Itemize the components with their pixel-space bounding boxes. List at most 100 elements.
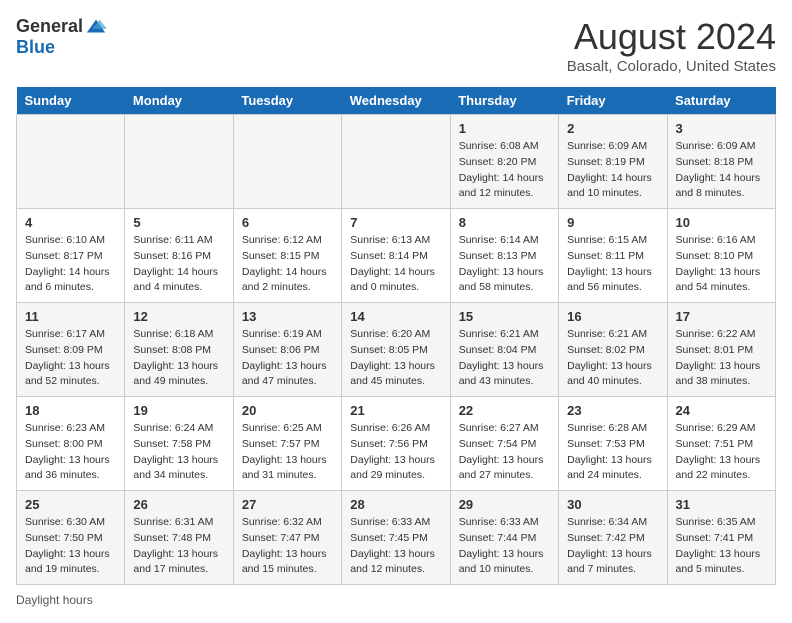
day-info: Sunrise: 6:17 AM Sunset: 8:09 PM Dayligh… — [25, 327, 116, 390]
day-info: Sunrise: 6:20 AM Sunset: 8:05 PM Dayligh… — [350, 327, 441, 390]
calendar-header-row: SundayMondayTuesdayWednesdayThursdayFrid… — [17, 87, 776, 115]
calendar-cell: 27 Sunrise: 6:32 AM Sunset: 7:47 PM Dayli… — [233, 491, 341, 585]
logo: General Blue — [16, 16, 107, 58]
day-number: 20 — [242, 403, 333, 418]
calendar-cell: 8 Sunrise: 6:14 AM Sunset: 8:13 PM Daylig… — [450, 209, 558, 303]
month-year-title: August 2024 — [567, 16, 776, 58]
day-info: Sunrise: 6:31 AM Sunset: 7:48 PM Dayligh… — [133, 515, 224, 578]
day-info: Sunrise: 6:33 AM Sunset: 7:45 PM Dayligh… — [350, 515, 441, 578]
day-header-tuesday: Tuesday — [233, 87, 341, 115]
day-number: 17 — [676, 309, 767, 324]
calendar-cell: 16 Sunrise: 6:21 AM Sunset: 8:02 PM Dayli… — [559, 303, 667, 397]
title-area: August 2024 Basalt, Colorado, United Sta… — [567, 16, 776, 75]
calendar-cell — [342, 115, 450, 209]
day-info: Sunrise: 6:24 AM Sunset: 7:58 PM Dayligh… — [133, 421, 224, 484]
day-info: Sunrise: 6:13 AM Sunset: 8:14 PM Dayligh… — [350, 233, 441, 296]
calendar-cell: 5 Sunrise: 6:11 AM Sunset: 8:16 PM Daylig… — [125, 209, 233, 303]
day-number: 16 — [567, 309, 658, 324]
day-number: 18 — [25, 403, 116, 418]
calendar-cell: 4 Sunrise: 6:10 AM Sunset: 8:17 PM Daylig… — [17, 209, 125, 303]
calendar-week-row: 1 Sunrise: 6:08 AM Sunset: 8:20 PM Daylig… — [17, 115, 776, 209]
page-header: General Blue August 2024 Basalt, Colorad… — [16, 16, 776, 75]
calendar-cell — [17, 115, 125, 209]
calendar-cell: 31 Sunrise: 6:35 AM Sunset: 7:41 PM Dayli… — [667, 491, 775, 585]
logo-general-text: General — [16, 17, 83, 37]
calendar-cell — [125, 115, 233, 209]
day-info: Sunrise: 6:18 AM Sunset: 8:08 PM Dayligh… — [133, 327, 224, 390]
day-number: 12 — [133, 309, 224, 324]
day-info: Sunrise: 6:35 AM Sunset: 7:41 PM Dayligh… — [676, 515, 767, 578]
day-info: Sunrise: 6:30 AM Sunset: 7:50 PM Dayligh… — [25, 515, 116, 578]
day-info: Sunrise: 6:14 AM Sunset: 8:13 PM Dayligh… — [459, 233, 550, 296]
calendar-cell: 3Sunrise: 6:09 AM Sunset: 8:18 PM Daylig… — [667, 115, 775, 209]
calendar-cell: 29 Sunrise: 6:33 AM Sunset: 7:44 PM Dayli… — [450, 491, 558, 585]
day-number: 5 — [133, 215, 224, 230]
day-number: 24 — [676, 403, 767, 418]
day-number: 30 — [567, 497, 658, 512]
calendar-cell: 17 Sunrise: 6:22 AM Sunset: 8:01 PM Dayli… — [667, 303, 775, 397]
day-number: 22 — [459, 403, 550, 418]
calendar-cell: 20Sunrise: 6:25 AM Sunset: 7:57 PM Dayli… — [233, 397, 341, 491]
day-info: Sunrise: 6:33 AM Sunset: 7:44 PM Dayligh… — [459, 515, 550, 578]
day-number: 8 — [459, 215, 550, 230]
calendar-cell: 10Sunrise: 6:16 AM Sunset: 8:10 PM Dayli… — [667, 209, 775, 303]
calendar-week-row: 11 Sunrise: 6:17 AM Sunset: 8:09 PM Dayli… — [17, 303, 776, 397]
calendar-cell: 24 Sunrise: 6:29 AM Sunset: 7:51 PM Dayli… — [667, 397, 775, 491]
daylight-label: Daylight hours — [16, 593, 93, 607]
calendar-cell: 6Sunrise: 6:12 AM Sunset: 8:15 PM Daylig… — [233, 209, 341, 303]
day-info: Sunrise: 6:09 AM Sunset: 8:18 PM Dayligh… — [676, 139, 767, 202]
day-number: 9 — [567, 215, 658, 230]
day-info: Sunrise: 6:23 AM Sunset: 8:00 PM Dayligh… — [25, 421, 116, 484]
day-header-monday: Monday — [125, 87, 233, 115]
calendar-cell: 14 Sunrise: 6:20 AM Sunset: 8:05 PM Dayli… — [342, 303, 450, 397]
calendar-cell: 21 Sunrise: 6:26 AM Sunset: 7:56 PM Dayli… — [342, 397, 450, 491]
calendar-week-row: 18 Sunrise: 6:23 AM Sunset: 8:00 PM Dayli… — [17, 397, 776, 491]
day-header-saturday: Saturday — [667, 87, 775, 115]
day-info: Sunrise: 6:10 AM Sunset: 8:17 PM Dayligh… — [25, 233, 116, 296]
day-header-friday: Friday — [559, 87, 667, 115]
calendar-cell: 26Sunrise: 6:31 AM Sunset: 7:48 PM Dayli… — [125, 491, 233, 585]
day-number: 11 — [25, 309, 116, 324]
calendar-cell: 7 Sunrise: 6:13 AM Sunset: 8:14 PM Daylig… — [342, 209, 450, 303]
day-info: Sunrise: 6:26 AM Sunset: 7:56 PM Dayligh… — [350, 421, 441, 484]
day-header-wednesday: Wednesday — [342, 87, 450, 115]
calendar-cell: 23 Sunrise: 6:28 AM Sunset: 7:53 PM Dayli… — [559, 397, 667, 491]
day-number: 4 — [25, 215, 116, 230]
day-number: 7 — [350, 215, 441, 230]
day-number: 29 — [459, 497, 550, 512]
day-info: Sunrise: 6:28 AM Sunset: 7:53 PM Dayligh… — [567, 421, 658, 484]
day-info: Sunrise: 6:21 AM Sunset: 8:04 PM Dayligh… — [459, 327, 550, 390]
calendar-cell: 15 Sunrise: 6:21 AM Sunset: 8:04 PM Dayli… — [450, 303, 558, 397]
day-number: 31 — [676, 497, 767, 512]
day-number: 27 — [242, 497, 333, 512]
day-header-thursday: Thursday — [450, 87, 558, 115]
day-info: Sunrise: 6:22 AM Sunset: 8:01 PM Dayligh… — [676, 327, 767, 390]
day-info: Sunrise: 6:29 AM Sunset: 7:51 PM Dayligh… — [676, 421, 767, 484]
day-number: 21 — [350, 403, 441, 418]
logo-icon — [85, 16, 107, 38]
day-number: 1 — [459, 121, 550, 136]
footer-note: Daylight hours — [16, 593, 776, 607]
logo-blue-text: Blue — [16, 38, 107, 58]
calendar-cell: 12 Sunrise: 6:18 AM Sunset: 8:08 PM Dayli… — [125, 303, 233, 397]
day-info: Sunrise: 6:15 AM Sunset: 8:11 PM Dayligh… — [567, 233, 658, 296]
calendar-cell: 25Sunrise: 6:30 AM Sunset: 7:50 PM Dayli… — [17, 491, 125, 585]
day-number: 14 — [350, 309, 441, 324]
day-info: Sunrise: 6:08 AM Sunset: 8:20 PM Dayligh… — [459, 139, 550, 202]
day-info: Sunrise: 6:12 AM Sunset: 8:15 PM Dayligh… — [242, 233, 333, 296]
calendar-table: SundayMondayTuesdayWednesdayThursdayFrid… — [16, 87, 776, 585]
day-number: 15 — [459, 309, 550, 324]
day-info: Sunrise: 6:27 AM Sunset: 7:54 PM Dayligh… — [459, 421, 550, 484]
day-info: Sunrise: 6:21 AM Sunset: 8:02 PM Dayligh… — [567, 327, 658, 390]
day-number: 10 — [676, 215, 767, 230]
calendar-cell: 9 Sunrise: 6:15 AM Sunset: 8:11 PM Daylig… — [559, 209, 667, 303]
calendar-cell: 11 Sunrise: 6:17 AM Sunset: 8:09 PM Dayli… — [17, 303, 125, 397]
day-number: 23 — [567, 403, 658, 418]
calendar-cell: 19Sunrise: 6:24 AM Sunset: 7:58 PM Dayli… — [125, 397, 233, 491]
calendar-cell: 22 Sunrise: 6:27 AM Sunset: 7:54 PM Dayli… — [450, 397, 558, 491]
day-info: Sunrise: 6:32 AM Sunset: 7:47 PM Dayligh… — [242, 515, 333, 578]
day-number: 28 — [350, 497, 441, 512]
calendar-cell: 13Sunrise: 6:19 AM Sunset: 8:06 PM Dayli… — [233, 303, 341, 397]
calendar-cell: 18 Sunrise: 6:23 AM Sunset: 8:00 PM Dayli… — [17, 397, 125, 491]
day-info: Sunrise: 6:11 AM Sunset: 8:16 PM Dayligh… — [133, 233, 224, 296]
